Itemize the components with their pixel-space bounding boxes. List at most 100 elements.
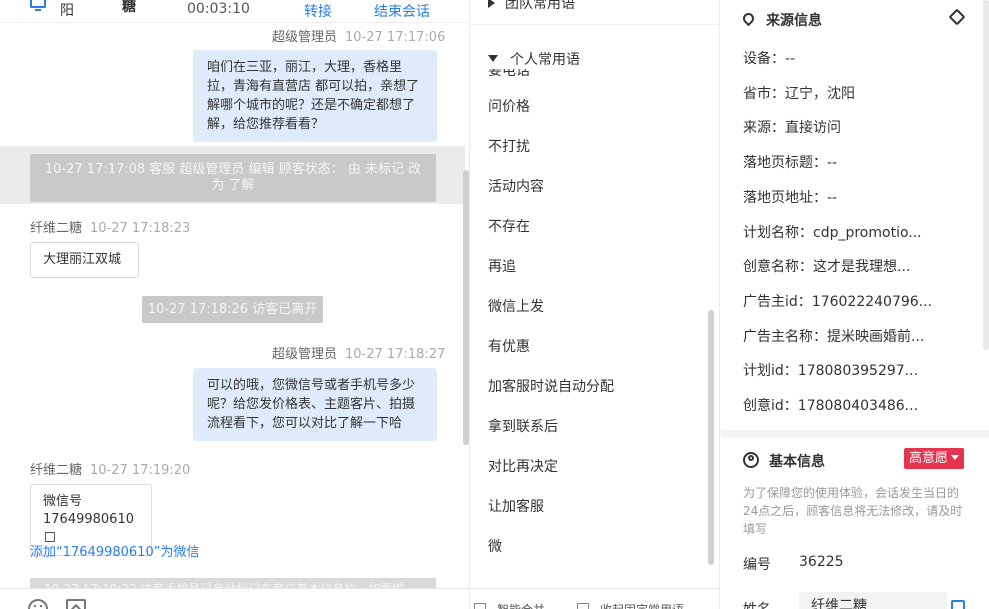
message-bubble-agent: 可以的哦，您微信号或者手机号多少呢？给您发价格表、主题客片、拍摄流程看下，您可以… — [193, 368, 437, 441]
phrase-item[interactable]: 有优惠 — [488, 337, 703, 377]
source-info-row-value: -- — [785, 51, 796, 67]
end-session-button[interactable]: 结束会话 — [374, 1, 430, 20]
phrase-list: 问价格 不打扰 活动内容 不存在 再追 微信上发 有优惠 加客服时说自动分配 拿到联系后 对比再决… — [488, 97, 703, 577]
customer-id-value: 36225 — [799, 554, 844, 570]
source-info-row: 计划名称：cdp_promotio... — [743, 222, 963, 242]
smart-merge-checkbox[interactable] — [474, 603, 486, 609]
message-sender: 超级管理员 — [272, 30, 338, 45]
monitor-icon — [30, 0, 46, 11]
source-info-row: 落地页地址：-- — [743, 187, 963, 207]
chat-duration: 00:03:10 — [187, 1, 250, 17]
source-info-row: 广告主id：176022240796... — [743, 291, 963, 311]
message-time: 10-27 17:18:23 — [90, 221, 191, 236]
message-meta: 超级管理员 10-27 17:17:06 — [272, 26, 445, 45]
location-pin-icon — [740, 10, 757, 27]
info-scrollbar[interactable] — [983, 0, 989, 350]
message-time: 10-27 17:18:27 — [345, 347, 446, 362]
customer-name-input[interactable] — [799, 592, 947, 609]
chat-scrollbar[interactable] — [463, 170, 469, 445]
smart-merge-label: 智能合并 — [497, 601, 545, 609]
group-divider — [470, 24, 719, 25]
phrase-item[interactable]: 拿到联系后 — [488, 417, 703, 457]
source-info-row-label: 省市： — [743, 85, 785, 102]
source-info-row-value: 辽宁，沈阳 — [785, 85, 855, 102]
chat-panel: 阳 糖 00:03:10 转接 结束会话 超级管理员 10-27 17:17:06… — [0, 0, 470, 609]
intent-dropdown[interactable]: 高意愿 — [904, 448, 965, 469]
wechat-label: 微信号 — [43, 494, 83, 509]
phrase-item[interactable]: 再追 — [488, 257, 703, 297]
source-info-row: 广告主名称：提米映画婚前... — [743, 326, 963, 346]
system-status-message: 10-27 17:17:08 客服 超级管理员 编辑 顾客状态： 由 未标记 改… — [30, 154, 436, 202]
settings-hex-icon[interactable] — [948, 8, 966, 26]
customer-name-label: 姓名 — [743, 599, 771, 609]
transfer-button[interactable]: 转接 — [304, 1, 332, 20]
phrase-item[interactable]: 问价格 — [488, 97, 703, 137]
intent-value: 高意愿 — [909, 451, 949, 466]
source-info-row-label: 创意名称： — [743, 259, 813, 276]
source-info-row: 创意id：178080403486... — [743, 395, 963, 415]
visitor-left-notice: 10-27 17:18:26 访客已离开 — [142, 296, 323, 323]
source-info-row-value: 这才是我理想... — [813, 259, 911, 276]
user-icon — [743, 452, 759, 468]
emoji-icon[interactable] — [28, 599, 48, 609]
source-info-row-value: cdp_promotio... — [813, 224, 922, 241]
phrase-item[interactable]: 微信上发 — [488, 297, 703, 337]
edit-icon[interactable] — [951, 600, 965, 609]
team-phrases-group[interactable]: 团队常用语 — [488, 0, 575, 13]
message-bubble-visitor: 大理丽江双城 — [30, 242, 139, 278]
phrase-item[interactable]: 微 — [488, 537, 703, 577]
personal-phrases-group[interactable]: 个人常用语 — [488, 49, 590, 69]
chat-header: 阳 糖 00:03:10 转接 结束会话 — [0, 0, 469, 20]
source-info-row-label: 计划名称： — [743, 224, 813, 241]
caret-down-icon — [951, 455, 960, 460]
visitor-name-part2: 糖 — [122, 0, 136, 15]
source-info-row-label: 设备： — [743, 51, 785, 67]
source-info-row-value: 提米映画婚前... — [827, 328, 925, 345]
source-info-row-value: -- — [827, 155, 838, 172]
phrase-item[interactable]: 对比再决定 — [488, 457, 703, 497]
phrases-scrollbar[interactable] — [708, 310, 714, 565]
phrase-item[interactable]: 加客服时说自动分配 — [488, 377, 703, 417]
visitor-name-part1: 阳 — [60, 3, 74, 19]
message-sender: 纤维二糖 — [30, 463, 83, 478]
source-info-row-label: 计划id： — [743, 363, 798, 380]
team-phrases-label: 团队常用语 — [505, 0, 575, 12]
message-sender: 纤维二糖 — [30, 221, 83, 236]
source-info-row-label: 落地页地址： — [743, 189, 827, 206]
source-info-row: 省市：辽宁，沈阳 — [743, 83, 963, 103]
source-info-row: 计划id：178080395297... — [743, 360, 963, 380]
customer-id-label: 编号 — [743, 557, 771, 573]
phrases-footer: 智能合并 收起固定常用语 — [470, 588, 719, 609]
header-divider — [0, 22, 469, 23]
add-wechat-link[interactable]: 添加“17649980610”为微信 — [30, 541, 199, 560]
collapse-fixed-checkbox[interactable] — [577, 603, 589, 609]
customer-info-panel: 来源信息 设备：-- 省市：辽宁，沈阳 来源：直接访问 落地页标题：-- 落地页地址：-… — [721, 0, 989, 609]
personal-phrases-label: 个人常用语 — [510, 52, 580, 68]
source-info-title: 来源信息 — [740, 10, 822, 30]
phrases-panel: 团队常用语 要电话 个人常用语 问价格 不打扰 活动内容 不存在 再追 微信上发 有优惠 加客… — [470, 0, 720, 609]
source-info-row-value: -- — [827, 189, 838, 206]
source-info-row-label: 创意id： — [743, 398, 798, 414]
source-info-row-value: 176022240796... — [811, 293, 933, 310]
source-info-row-label: 广告主名称： — [743, 328, 827, 345]
source-info-row-value: 178080403486... — [797, 398, 919, 414]
source-info-row: 来源：直接访问 — [743, 117, 963, 137]
message-bubble-agent: 咱们在三亚，丽江，大理，香格里拉，青海有直营店 都可以拍，亲想了解哪个城市的呢？… — [193, 50, 437, 142]
source-info-row: 设备：-- — [743, 48, 963, 68]
source-info-row-value: 178080395297... — [797, 363, 919, 380]
source-info-row-label: 来源： — [743, 120, 785, 137]
phrase-item[interactable]: 不打扰 — [488, 137, 703, 177]
source-info-label: 来源信息 — [766, 13, 822, 29]
basic-info-label: 基本信息 — [769, 454, 825, 470]
phrase-item[interactable]: 让加客服 — [488, 497, 703, 537]
phrase-item[interactable]: 不存在 — [488, 217, 703, 257]
message-time: 10-27 17:19:20 — [90, 463, 191, 478]
chat-toolbar — [0, 588, 469, 609]
caret-down-icon — [488, 55, 498, 62]
source-info-row: 创意名称：这才是我理想... — [743, 256, 963, 276]
source-info-row: 落地页标题：-- — [743, 152, 963, 172]
phrase-item[interactable]: 活动内容 — [488, 177, 703, 217]
image-icon[interactable] — [66, 599, 86, 609]
basic-info-title: 基本信息 — [743, 450, 825, 471]
wechat-number-text: 17649980610 — [43, 512, 134, 527]
